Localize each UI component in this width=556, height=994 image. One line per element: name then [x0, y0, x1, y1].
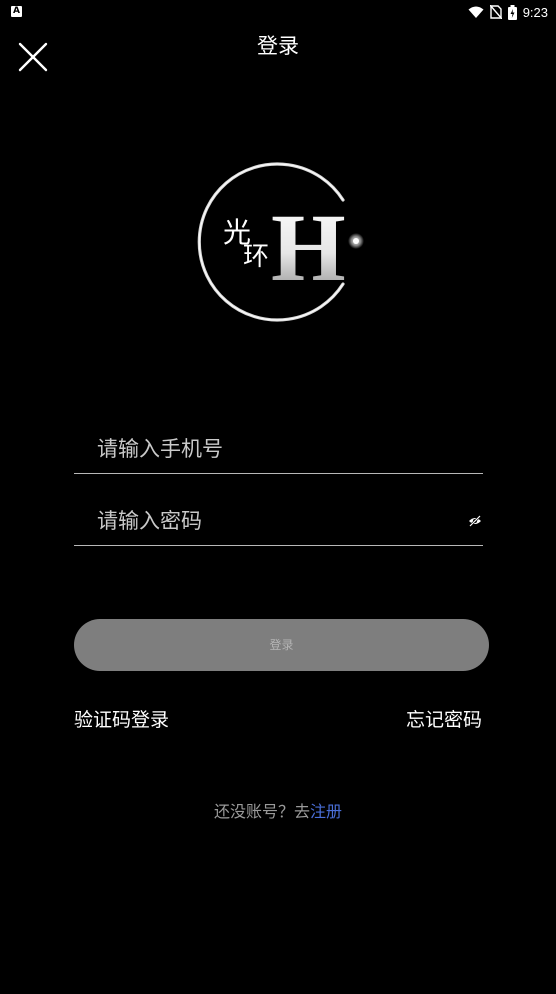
battery-charging-icon [507, 4, 517, 20]
logo-letter: H [271, 194, 346, 301]
no-sim-icon [489, 5, 502, 19]
register-link[interactable]: 注册 [310, 802, 342, 821]
logo-char-bottom: 环 [243, 242, 269, 272]
app-logo: 光 环 H [197, 162, 364, 322]
eye-off-icon[interactable] [468, 515, 482, 527]
password-field [74, 495, 483, 546]
status-bar: A 9:23 [0, 0, 556, 24]
page-title: 登录 [257, 34, 299, 58]
register-prompt: 还没账号？去注册 [0, 798, 556, 822]
sms-login-link[interactable]: 验证码登录 [74, 705, 169, 732]
password-input[interactable] [97, 503, 457, 539]
phone-field [74, 423, 483, 474]
login-button[interactable]: 登录 [74, 619, 489, 671]
status-time: 9:23 [522, 4, 548, 20]
register-prompt-text: 还没账号？去 [213, 802, 310, 821]
forgot-password-link[interactable]: 忘记密码 [406, 705, 482, 732]
phone-input[interactable] [97, 431, 457, 467]
app-notification-icon: A [11, 6, 22, 17]
status-icons: 9:23 [468, 2, 548, 22]
wifi-icon [468, 6, 484, 18]
